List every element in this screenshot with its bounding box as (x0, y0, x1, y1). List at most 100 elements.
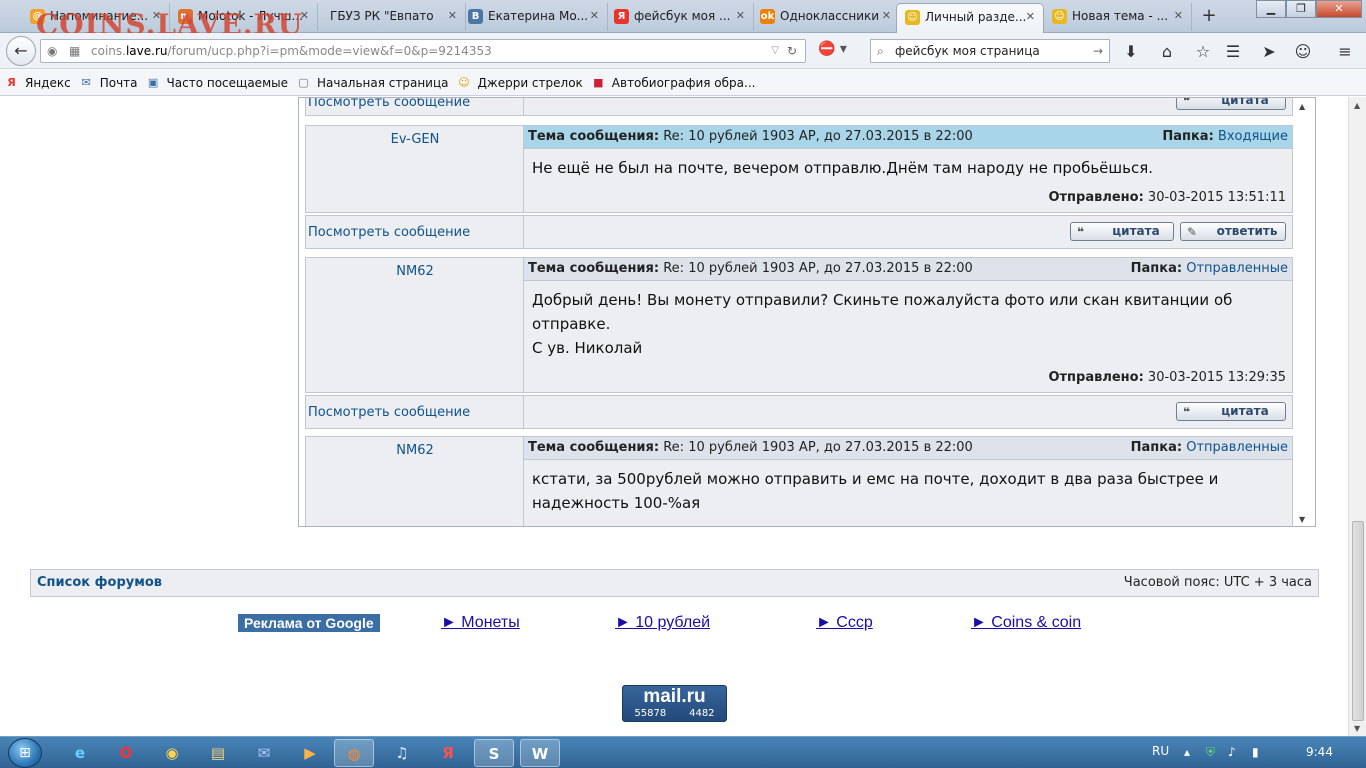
ad-link-coins-coin[interactable]: ► Coins & coin (971, 614, 1081, 632)
pm-author-cell: NM62 (306, 258, 524, 392)
search-input[interactable]: ⌕ фейсбук моя страница → (870, 39, 1110, 63)
ie-icon[interactable]: e (60, 739, 100, 767)
scroll-down-icon[interactable]: ▼ (1354, 724, 1360, 733)
close-icon[interactable]: ✕ (590, 3, 599, 29)
chrome-icon[interactable]: ◉ (152, 739, 192, 767)
view-message-link[interactable]: Посмотреть сообщение (308, 98, 470, 110)
quote-icon: ❝ (1077, 225, 1085, 239)
firefox-icon[interactable]: ◍ (334, 739, 374, 767)
scroll-up-icon[interactable]: ▲ (1299, 102, 1305, 111)
clock[interactable]: 9:44 (1306, 745, 1346, 759)
new-tab-button[interactable]: + (1197, 5, 1221, 26)
tab-8[interactable]: ☺ Новая тема - ... ✕ (1044, 3, 1192, 31)
bookmark-autobiography[interactable]: ■ Автобиография обра... (591, 75, 755, 90)
tab-label: ГБУЗ РК "Евпатор... (330, 9, 434, 23)
quote-button[interactable]: ❝ цитата (1176, 98, 1286, 110)
mail-icon: @ (30, 9, 45, 24)
ad-link-ussr[interactable]: ► Ссср (816, 614, 873, 632)
close-icon[interactable]: ✕ (1174, 3, 1183, 29)
menu-icon[interactable]: ≡ (1334, 41, 1356, 63)
search-icon: ⌕ (877, 44, 884, 58)
view-message-link[interactable]: Посмотреть сообщение (308, 225, 470, 240)
mailru-counter[interactable]: mail.ru 55878 4482 (622, 685, 727, 722)
page-scrollbar[interactable]: ▲ ▼ (1348, 97, 1366, 736)
send-icon[interactable]: ➤ (1258, 41, 1280, 63)
ads-label: Реклама от Google (238, 614, 380, 632)
folder-link[interactable]: Отправленные (1186, 261, 1288, 276)
quote-button[interactable]: ❝ цитата (1070, 222, 1174, 241)
folder-link[interactable]: Входящие (1218, 129, 1288, 144)
close-icon[interactable]: ✕ (736, 3, 745, 29)
pm-frame-scrollbar[interactable]: ▲ ▼ (1293, 98, 1315, 526)
mail-client-icon[interactable]: ✉ (244, 739, 284, 767)
addon-block-icon[interactable]: ⛔ (818, 41, 835, 57)
reload-icon[interactable]: ↻ (787, 40, 797, 62)
close-icon[interactable]: ✕ (152, 3, 161, 29)
bookmark-star-icon[interactable]: ☆ (1192, 41, 1214, 63)
scrollbar-thumb[interactable] (1352, 521, 1364, 721)
pm-right-cell: ❝ цитата ✎ ответить (524, 216, 1292, 248)
close-window-button[interactable]: ✕ (1316, 0, 1362, 18)
bookmarks-list-icon[interactable]: ☰ (1222, 41, 1244, 63)
scroll-down-icon[interactable]: ▼ (1299, 515, 1305, 524)
author-link[interactable]: Ev-GEN (306, 132, 524, 147)
language-indicator[interactable]: RU (1152, 744, 1169, 758)
bookmark-jerry[interactable]: ☺ Джерри стрелок (457, 75, 583, 90)
close-icon[interactable]: ✕ (300, 3, 309, 29)
tab-4[interactable]: В Екатерина Мо... ✕ (460, 3, 608, 31)
view-message-link[interactable]: Посмотреть сообщение (308, 405, 470, 420)
tab-5[interactable]: Я фейсбук моя ... ✕ (606, 3, 754, 31)
tab-strip: @ Напоминание... ✕ m Molotok - Лучш... ✕… (0, 0, 1366, 41)
tab-6[interactable]: ok Одноклассники ✕ (752, 3, 900, 31)
download-icon[interactable]: ⬇ (1120, 41, 1142, 63)
audio-icon[interactable]: ♫ (382, 739, 422, 767)
close-icon[interactable]: ✕ (448, 3, 457, 29)
tray-expand-icon[interactable]: ▴ (1184, 745, 1190, 759)
bookmark-yandex[interactable]: Я Яндекс (4, 75, 70, 90)
bookmark-start-page[interactable]: ▢ Начальная страница (296, 75, 448, 90)
tab-label: Напоминание... (50, 9, 149, 23)
pm-author-cell: Ev-GEN (306, 126, 524, 212)
network-icon[interactable]: ▮ (1252, 745, 1259, 759)
bookmark-frequent[interactable]: ▣ Часто посещаемые (146, 75, 288, 90)
dropdown-icon[interactable]: ▽ (771, 40, 779, 62)
close-icon[interactable]: ✕ (882, 3, 891, 29)
security-icon[interactable]: ⛨ (1206, 745, 1215, 760)
minimize-button[interactable]: ▁ (1256, 0, 1286, 18)
opera-icon[interactable]: O (106, 739, 146, 767)
volume-icon[interactable]: ♪ (1228, 745, 1236, 759)
close-icon[interactable]: ✕ (1026, 4, 1035, 30)
chevron-down-icon[interactable]: ▾ (840, 41, 847, 57)
tab-2[interactable]: m Molotok - Лучш... ✕ (170, 3, 318, 31)
folder-icon[interactable]: ▤ (198, 739, 238, 767)
author-link[interactable]: NM62 (306, 443, 524, 458)
tab-3[interactable]: ГБУЗ РК "Евпатор... ✕ (318, 3, 466, 31)
back-button[interactable]: ← (6, 36, 36, 66)
tab-1[interactable]: @ Напоминание... ✕ (22, 3, 170, 31)
maximize-button[interactable]: ❐ (1286, 0, 1316, 18)
scroll-up-icon[interactable]: ▲ (1354, 101, 1360, 110)
word-icon[interactable]: W (520, 739, 560, 767)
media-player-icon[interactable]: ▶ (290, 739, 330, 767)
quote-button[interactable]: ❝ цитата (1176, 402, 1286, 421)
author-link[interactable]: NM62 (306, 264, 524, 279)
address-bar[interactable]: ◉ ▦ coins.lave.ru/forum/ucp.php?i=pm&mod… (40, 39, 806, 63)
page-icon: ▢ (298, 76, 309, 89)
chat-icon[interactable]: ☺ (1292, 41, 1314, 63)
search-go-icon[interactable]: → (1093, 40, 1103, 62)
ad-link-10-rubles[interactable]: ► 10 рублей (615, 614, 710, 632)
forum-list-link[interactable]: Список форумов (37, 570, 162, 596)
reply-icon: ✎ (1187, 225, 1198, 239)
home-icon[interactable]: ⌂ (1156, 41, 1178, 63)
folder-link[interactable]: Отправленные (1186, 440, 1288, 455)
reply-button[interactable]: ✎ ответить (1180, 222, 1286, 241)
yandex-browser-icon[interactable]: Я (428, 739, 468, 767)
skype-icon[interactable]: S (474, 739, 514, 767)
addon-icons[interactable]: ⛔ ▾ (818, 41, 862, 63)
bookmark-label: Джерри стрелок (477, 75, 583, 90)
bookmark-mail[interactable]: ✉ Почта (79, 75, 138, 90)
tab-label: фейсбук моя ... (634, 9, 731, 23)
start-button[interactable]: ⊞ (8, 738, 42, 768)
tab-7-active[interactable]: ☺ Личный разде... ✕ (896, 3, 1044, 33)
ad-link-coins[interactable]: ► Монеты (441, 614, 520, 632)
